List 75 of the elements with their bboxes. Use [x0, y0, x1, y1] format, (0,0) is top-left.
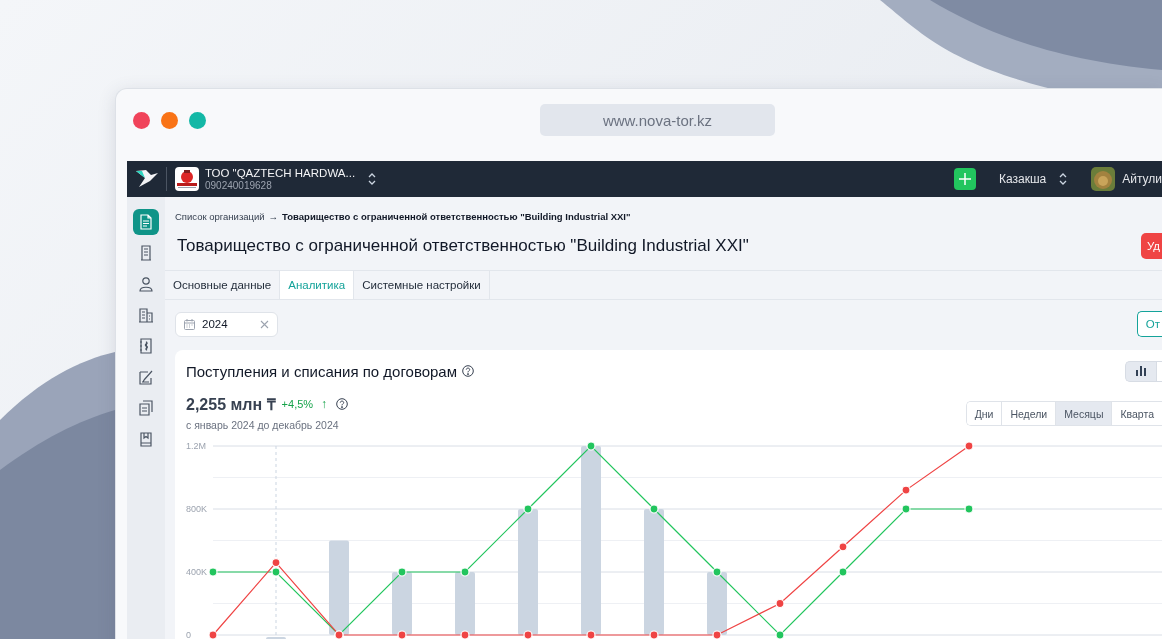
- point: [460, 567, 470, 577]
- bar: [392, 572, 412, 635]
- period-tab[interactable]: Месяцы: [1056, 402, 1113, 425]
- language-selector[interactable]: Казакша: [998, 172, 1047, 186]
- office-icon: [138, 307, 154, 323]
- point: [964, 504, 974, 514]
- edit-icon: [138, 369, 154, 385]
- point: [964, 441, 974, 451]
- chevron-up-down-icon[interactable]: [1059, 173, 1068, 185]
- plus-icon: [958, 173, 971, 185]
- point: [775, 630, 785, 639]
- chart-title: Поступления и списания по договорам: [186, 362, 458, 380]
- book-icon: [138, 431, 154, 447]
- point: [901, 504, 911, 514]
- document-icon: [138, 214, 154, 230]
- point: [397, 630, 407, 639]
- change-percent: +4,5%: [281, 398, 314, 410]
- point: [838, 567, 848, 577]
- close-icon[interactable]: [133, 111, 150, 129]
- axis-label: 800K: [186, 504, 208, 514]
- point: [271, 557, 281, 568]
- bar: [455, 572, 475, 635]
- company-name: ТОО "QAZTECH HARDWA...: [205, 166, 356, 180]
- point: [271, 567, 281, 577]
- chart-view-toggle[interactable]: [1156, 360, 1162, 382]
- point: [649, 504, 659, 514]
- total-amount: 2,255 млн ₸: [186, 395, 276, 415]
- sidebar-item[interactable]: [133, 209, 159, 235]
- point: [397, 567, 407, 577]
- up-arrow: ↑: [321, 397, 328, 411]
- chart-view-toggle[interactable]: [1125, 360, 1156, 382]
- maximize-icon[interactable]: [189, 111, 206, 129]
- help-icon[interactable]: [336, 398, 349, 410]
- user-name[interactable]: Айтули: [1122, 172, 1162, 186]
- minimize-icon[interactable]: [161, 111, 178, 129]
- axis-label: 1.2M: [186, 441, 206, 451]
- point: [712, 567, 722, 577]
- point: [712, 630, 722, 639]
- axis-label: 400K: [186, 567, 208, 577]
- copy-icon: [138, 400, 154, 416]
- point: [901, 485, 911, 495]
- breadcrumb-link[interactable]: Список организаций: [175, 211, 265, 222]
- point: [208, 630, 218, 639]
- axis-label: 0: [186, 630, 191, 639]
- company-id: 090240019628: [205, 179, 273, 192]
- bird-logo-icon: [136, 169, 158, 189]
- delete-button[interactable]: Уд: [1140, 233, 1162, 259]
- address-bar[interactable]: www.nova-tor.kz: [540, 104, 775, 136]
- point: [523, 504, 533, 514]
- page-title: Товарищество с ограниченной ответственностью "Building Industrial XXI": [177, 236, 749, 256]
- calendar-icon: [184, 318, 195, 330]
- ledger-icon: [138, 338, 154, 354]
- breadcrumb-current: Товарищество с ограниченной ответственностью "Building Industrial XXI": [282, 211, 631, 222]
- point: [649, 630, 659, 639]
- point: [460, 630, 470, 639]
- help-icon[interactable]: [462, 365, 475, 377]
- date-range: с январь 2024 до декабрь 2024: [186, 419, 340, 431]
- point: [208, 567, 218, 577]
- point: [586, 630, 596, 639]
- period-tab[interactable]: Дни: [966, 402, 1003, 425]
- user-avatar[interactable]: [1091, 167, 1116, 191]
- point: [523, 630, 533, 639]
- chevron-up-down-icon[interactable]: [368, 173, 377, 185]
- year-field[interactable]: 2024: [175, 311, 278, 337]
- point: [586, 441, 596, 451]
- user-icon: [138, 276, 154, 292]
- bar: [707, 572, 727, 635]
- add-button[interactable]: [953, 168, 976, 190]
- bar-chart-icon: [1135, 366, 1147, 376]
- building-icon: [138, 245, 154, 261]
- point: [775, 598, 785, 609]
- tab[interactable]: Системные настройки: [354, 271, 490, 299]
- breadcrumb-separator: →: [268, 211, 279, 222]
- clear-icon[interactable]: [260, 319, 269, 329]
- point: [838, 542, 848, 552]
